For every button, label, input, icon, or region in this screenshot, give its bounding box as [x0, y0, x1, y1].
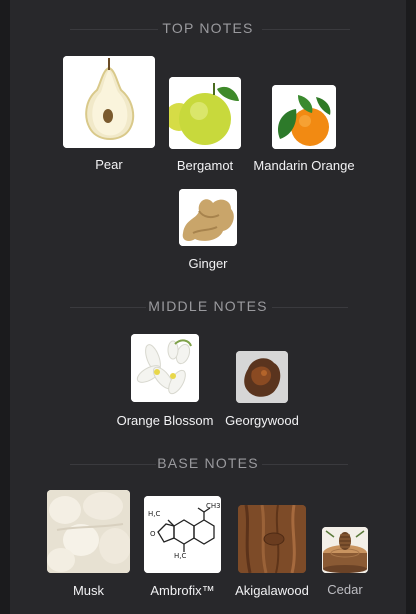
section-title-text: BASE NOTES: [157, 455, 259, 471]
pear-image: [63, 56, 155, 148]
orange-blossom-image: [131, 334, 199, 402]
note-mandarin-orange[interactable]: Mandarin Orange: [253, 85, 355, 177]
divider-left: [70, 307, 146, 308]
note-label: Orange Blossom: [116, 413, 214, 428]
ambrofix-image: H,C CH3 O H,C: [144, 496, 221, 573]
divider-right: [272, 307, 348, 308]
svg-text:CH3: CH3: [206, 502, 221, 510]
section-title-top-notes: TOP NOTES: [0, 20, 416, 36]
note-label: Cedar: [327, 582, 363, 597]
musk-image: [47, 490, 130, 573]
ginger-image: [179, 189, 237, 246]
georgywood-image: [236, 351, 288, 403]
divider-left: [70, 464, 156, 465]
note-label: Bergamot: [176, 158, 234, 173]
note-musk[interactable]: Musk: [47, 490, 130, 600]
note-orange-blossom[interactable]: Orange Blossom: [117, 334, 213, 428]
note-pear[interactable]: Pear: [63, 56, 155, 176]
svg-text:O: O: [150, 530, 156, 538]
section-title-text: TOP NOTES: [162, 20, 254, 36]
svg-text:H,C: H,C: [148, 510, 160, 518]
bergamot-image: [169, 77, 241, 149]
akigalawood-image: [238, 505, 306, 573]
divider-right: [262, 29, 350, 30]
cedar-image: [322, 527, 368, 573]
note-bergamot[interactable]: Bergamot: [169, 77, 241, 177]
note-cedar[interactable]: Cedar: [322, 527, 368, 601]
note-ginger[interactable]: Ginger: [179, 189, 237, 273]
section-title-middle-notes: MIDDLE NOTES: [0, 298, 416, 314]
section-title-base-notes: BASE NOTES: [0, 455, 416, 471]
note-label: Georgywood: [225, 413, 299, 428]
divider-right: [262, 464, 348, 465]
note-ambrofix[interactable]: H,C CH3 O H,C Ambrofix™: [144, 496, 221, 600]
note-label: Mandarin Orange: [253, 158, 355, 173]
note-label: Ginger: [188, 256, 228, 271]
divider-left: [70, 29, 158, 30]
section-title-text: MIDDLE NOTES: [148, 298, 268, 314]
note-akigalawood[interactable]: Akigalawood: [235, 505, 309, 601]
svg-text:H,C: H,C: [174, 552, 186, 560]
note-georgywood[interactable]: Georgywood: [225, 351, 299, 429]
mandarin-orange-image: [272, 85, 336, 149]
